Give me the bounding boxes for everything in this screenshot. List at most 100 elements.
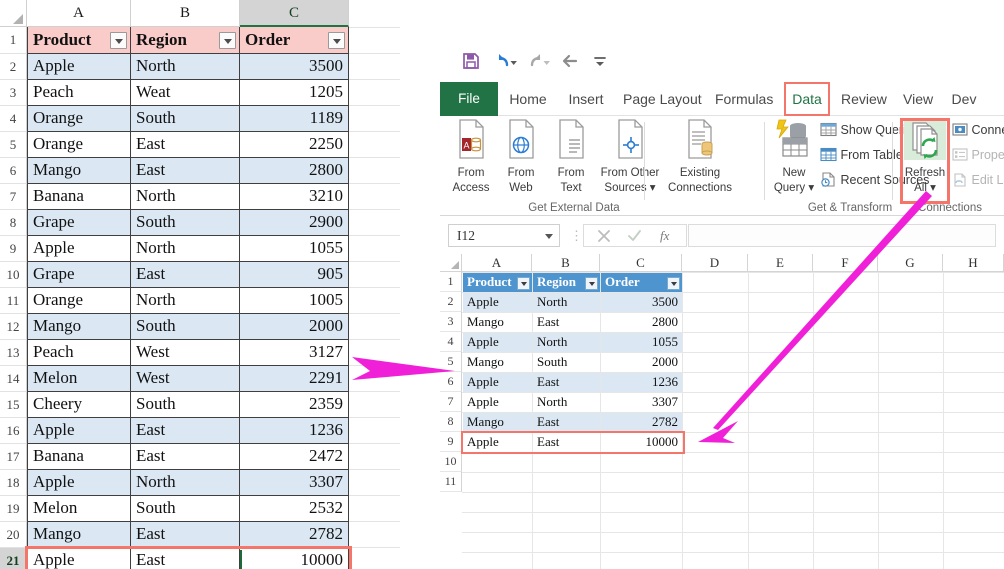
- source-cell-b15[interactable]: South: [131, 392, 240, 418]
- from-access-button[interactable]: A From Access: [448, 118, 494, 194]
- source-cell-b17[interactable]: East: [131, 444, 240, 470]
- row-header-2[interactable]: 2: [0, 54, 27, 80]
- from-text-button[interactable]: From Text: [548, 118, 594, 194]
- source-cell-a6[interactable]: Mango: [27, 158, 131, 184]
- row-header-14[interactable]: 14: [0, 366, 27, 392]
- existing-connections-button[interactable]: Existing Connections: [668, 118, 732, 194]
- source-header-a[interactable]: Product: [27, 27, 131, 54]
- enter-icon[interactable]: [626, 227, 643, 249]
- source-cell-b3[interactable]: Weat: [131, 80, 240, 106]
- result-row-header-4[interactable]: 4: [440, 332, 462, 352]
- row-header-10[interactable]: 10: [0, 262, 27, 288]
- new-query-button[interactable]: New Query ▾: [770, 118, 818, 194]
- result-cell-c7[interactable]: 3307: [601, 393, 682, 412]
- result-filter-dropdown-icon[interactable]: [517, 276, 530, 290]
- tab-formulas[interactable]: Formulas: [706, 82, 782, 116]
- source-cell-b19[interactable]: South: [131, 496, 240, 522]
- source-cell-a7[interactable]: Banana: [27, 184, 131, 210]
- result-column-header-d[interactable]: D: [682, 254, 748, 272]
- tab-review[interactable]: Review: [832, 82, 894, 116]
- row-header-18[interactable]: 18: [0, 470, 27, 496]
- result-row-header-11[interactable]: 11: [440, 472, 462, 492]
- source-cell-a16[interactable]: Apple: [27, 418, 131, 444]
- source-cell-c15[interactable]: 2359: [240, 392, 349, 418]
- result-header-a[interactable]: Product: [463, 273, 532, 292]
- row-header-1[interactable]: 1: [0, 27, 27, 54]
- edit-links-button[interactable]: Edit Lin: [952, 169, 1004, 191]
- source-cell-b16[interactable]: East: [131, 418, 240, 444]
- source-cell-c6[interactable]: 2800: [240, 158, 349, 184]
- result-row-header-8[interactable]: 8: [440, 412, 462, 432]
- source-cell-b4[interactable]: South: [131, 106, 240, 132]
- column-header-c[interactable]: C: [240, 0, 349, 27]
- filter-dropdown-icon[interactable]: [219, 32, 236, 49]
- result-column-header-h[interactable]: H: [943, 254, 1004, 272]
- source-cell-c12[interactable]: 2000: [240, 314, 349, 340]
- source-cell-a2[interactable]: Apple: [27, 54, 131, 80]
- customize-icon[interactable]: [592, 52, 608, 75]
- source-cell-a11[interactable]: Orange: [27, 288, 131, 314]
- result-cell-a9[interactable]: Apple: [463, 433, 532, 452]
- insert-function-icon[interactable]: fx: [658, 227, 676, 249]
- source-cell-c19[interactable]: 2532: [240, 496, 349, 522]
- result-filter-dropdown-icon[interactable]: [667, 276, 680, 290]
- row-header-19[interactable]: 19: [0, 496, 27, 522]
- source-cell-c13[interactable]: 3127: [240, 340, 349, 366]
- result-row-header-6[interactable]: 6: [440, 372, 462, 392]
- source-cell-b7[interactable]: North: [131, 184, 240, 210]
- row-header-17[interactable]: 17: [0, 444, 27, 470]
- result-row-header-10[interactable]: 10: [440, 452, 462, 472]
- result-row-header-1[interactable]: 1: [440, 272, 462, 292]
- result-cell-b5[interactable]: South: [533, 353, 600, 372]
- source-cell-a5[interactable]: Orange: [27, 132, 131, 158]
- row-header-11[interactable]: 11: [0, 288, 27, 314]
- tab-view[interactable]: View: [894, 82, 942, 116]
- row-header-20[interactable]: 20: [0, 522, 27, 548]
- result-column-header-b[interactable]: B: [532, 254, 600, 272]
- row-header-7[interactable]: 7: [0, 184, 27, 210]
- source-cell-c16[interactable]: 1236: [240, 418, 349, 444]
- result-cell-c6[interactable]: 1236: [601, 373, 682, 392]
- cancel-icon[interactable]: [596, 227, 612, 249]
- source-cell-c18[interactable]: 3307: [240, 470, 349, 496]
- source-cell-b5[interactable]: East: [131, 132, 240, 158]
- source-cell-c17[interactable]: 2472: [240, 444, 349, 470]
- result-cell-b2[interactable]: North: [533, 293, 600, 312]
- result-cell-c2[interactable]: 3500: [601, 293, 682, 312]
- result-cell-c5[interactable]: 2000: [601, 353, 682, 372]
- column-header-b[interactable]: B: [131, 0, 240, 27]
- row-header-15[interactable]: 15: [0, 392, 27, 418]
- result-header-b[interactable]: Region: [533, 273, 600, 292]
- tab-home[interactable]: Home: [498, 82, 558, 116]
- source-cell-b14[interactable]: West: [131, 366, 240, 392]
- source-cell-a14[interactable]: Melon: [27, 366, 131, 392]
- source-cell-c14[interactable]: 2291: [240, 366, 349, 392]
- tab-page-layout[interactable]: Page Layout: [614, 82, 706, 116]
- result-column-header-g[interactable]: G: [878, 254, 943, 272]
- result-cell-c8[interactable]: 2782: [601, 413, 682, 432]
- source-cell-c21[interactable]: 10000: [240, 548, 349, 569]
- source-cell-b20[interactable]: East: [131, 522, 240, 548]
- row-header-5[interactable]: 5: [0, 132, 27, 158]
- tab-file[interactable]: File: [440, 82, 498, 116]
- formula-input[interactable]: [688, 224, 996, 247]
- result-cell-c9[interactable]: 10000: [601, 433, 682, 452]
- source-cell-a9[interactable]: Apple: [27, 236, 131, 262]
- row-header-16[interactable]: 16: [0, 418, 27, 444]
- result-cell-c3[interactable]: 2800: [601, 313, 682, 332]
- source-cell-c4[interactable]: 1189: [240, 106, 349, 132]
- name-box-chevron-down-icon[interactable]: [545, 234, 553, 239]
- source-cell-b8[interactable]: South: [131, 210, 240, 236]
- result-cell-a2[interactable]: Apple: [463, 293, 532, 312]
- result-cell-c4[interactable]: 1055: [601, 333, 682, 352]
- source-cell-b10[interactable]: East: [131, 262, 240, 288]
- result-select-all-corner[interactable]: [440, 254, 462, 272]
- result-column-header-a[interactable]: A: [462, 254, 532, 272]
- source-cell-a3[interactable]: Peach: [27, 80, 131, 106]
- connections-button[interactable]: Connec: [952, 119, 1004, 141]
- source-cell-b12[interactable]: South: [131, 314, 240, 340]
- result-row-header-2[interactable]: 2: [440, 292, 462, 312]
- result-row-header-7[interactable]: 7: [440, 392, 462, 412]
- source-cell-a21[interactable]: Apple: [27, 548, 131, 569]
- result-column-header-e[interactable]: E: [748, 254, 813, 272]
